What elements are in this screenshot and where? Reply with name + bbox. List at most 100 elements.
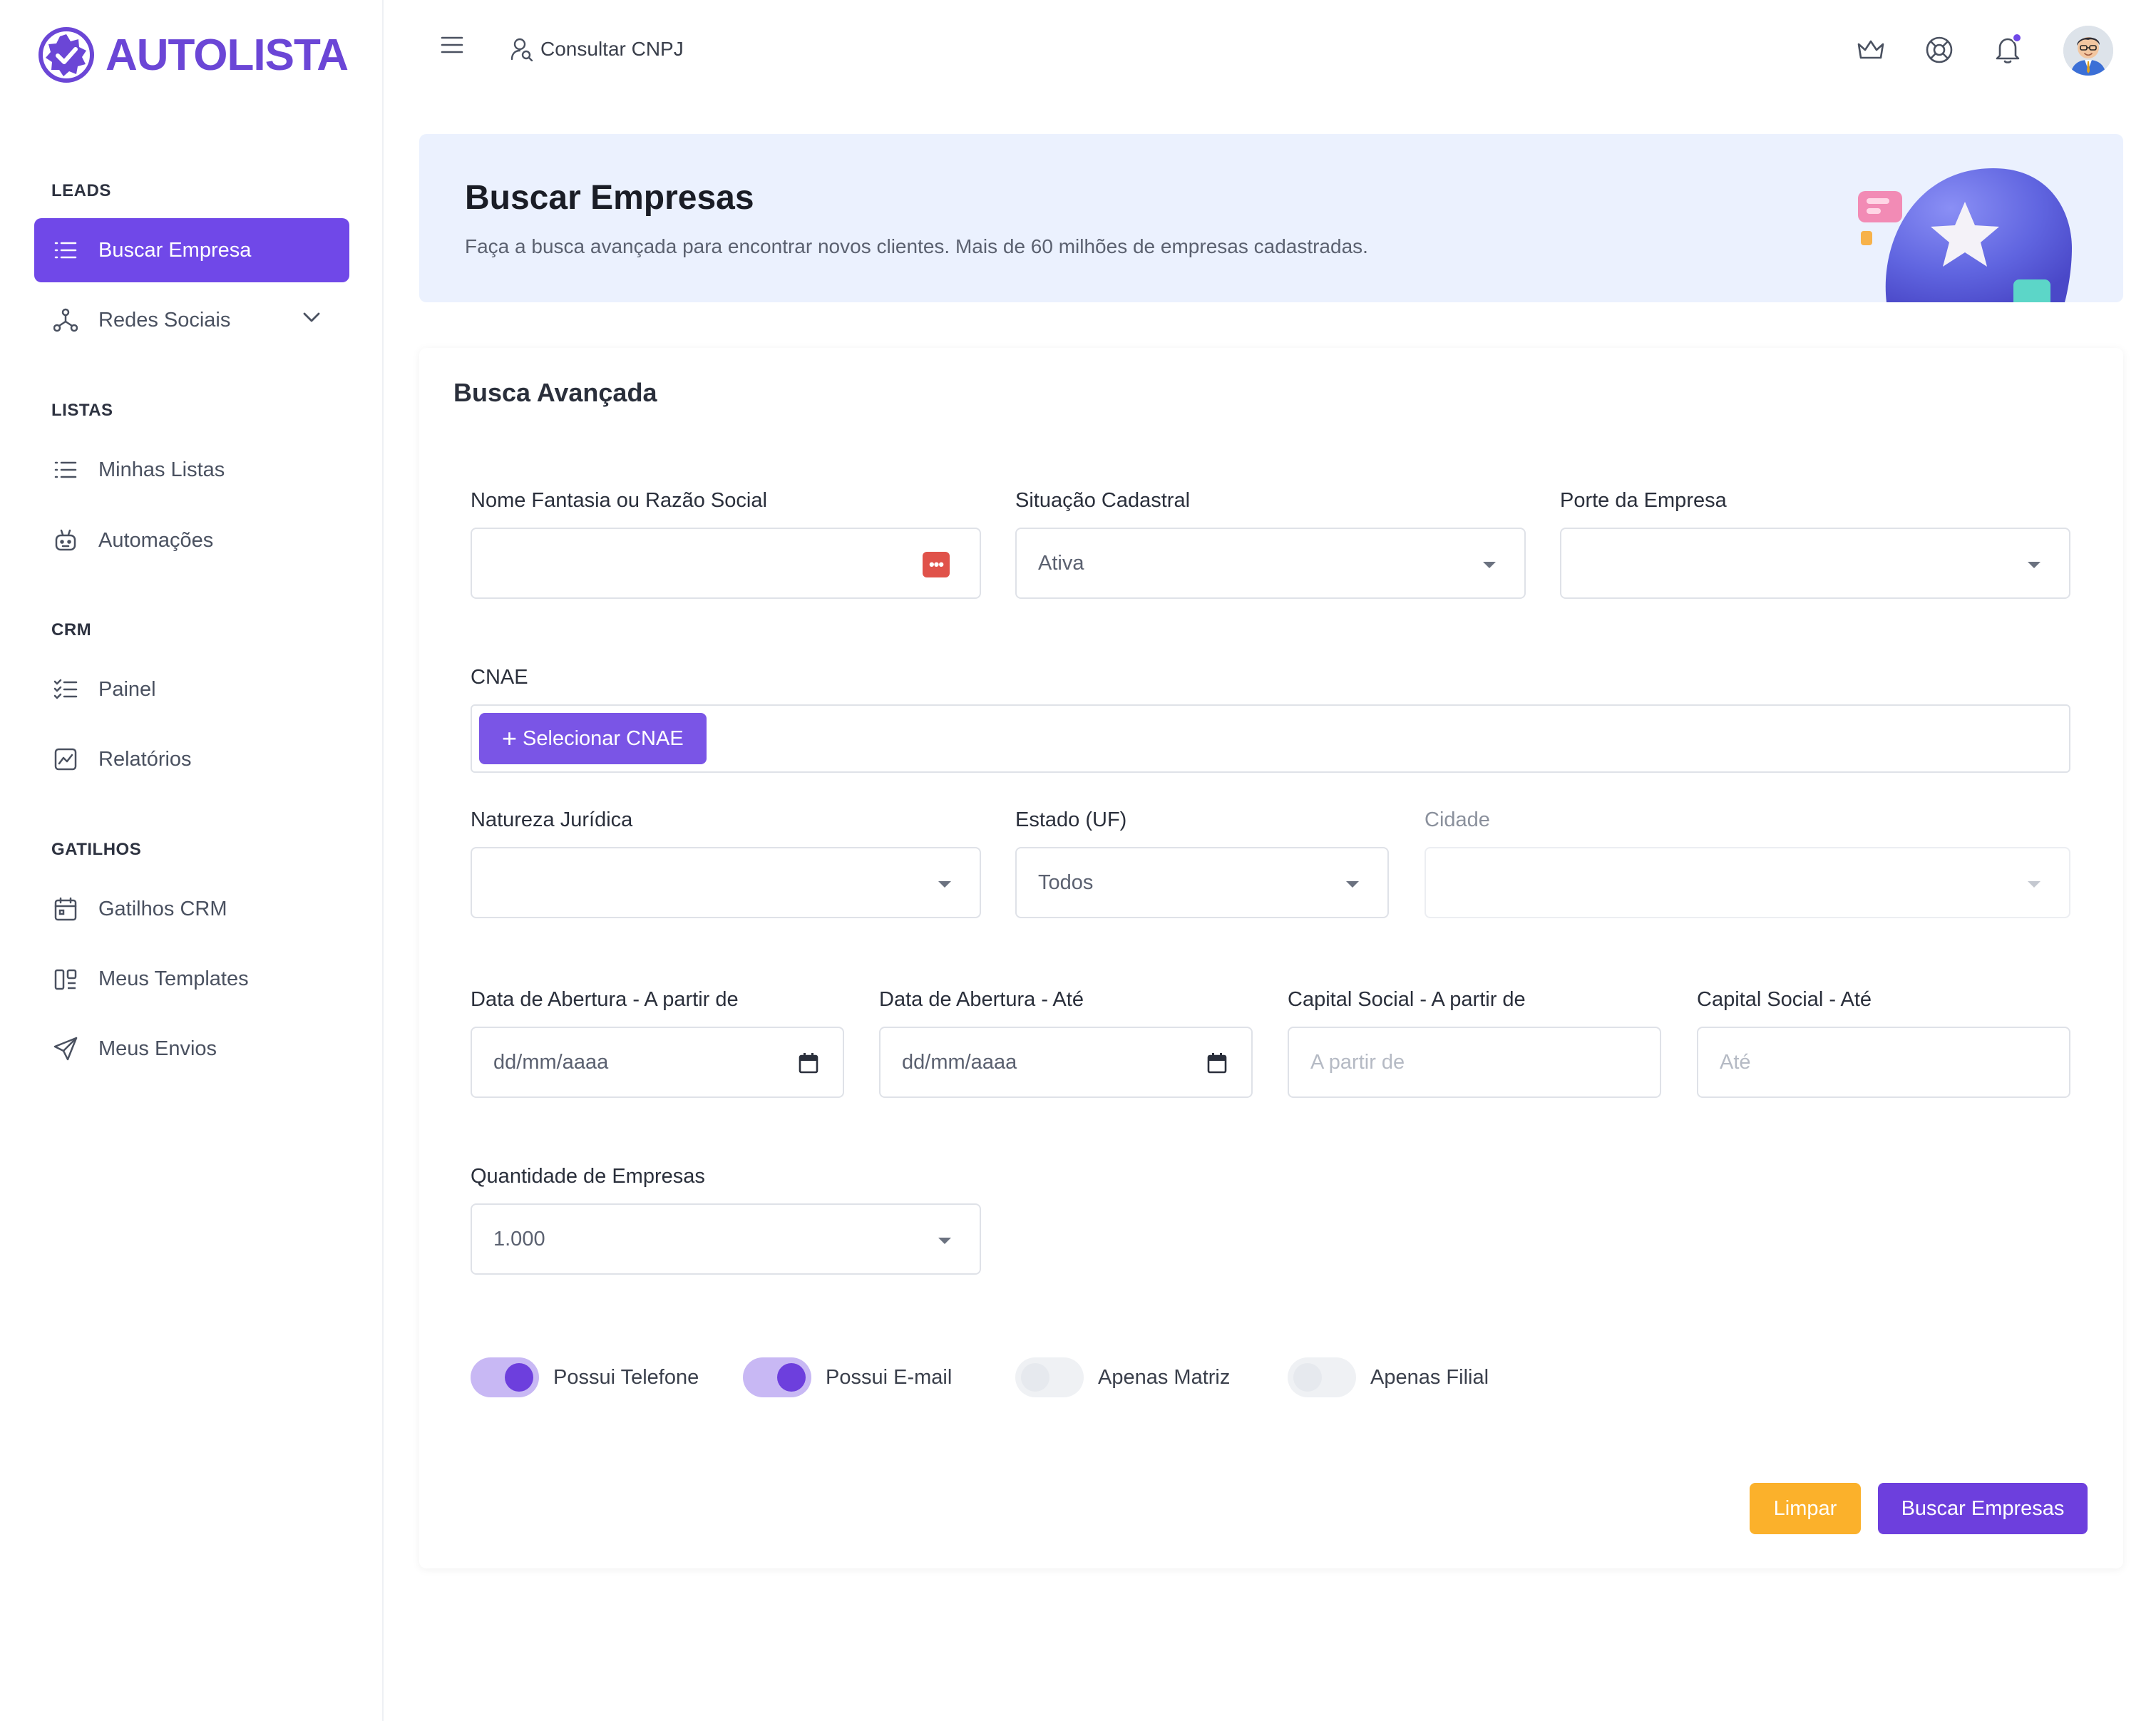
robot-icon: [51, 526, 80, 555]
capital-de-label: Capital Social - A partir de: [1288, 988, 1526, 1011]
sidebar-item-label: Relatórios: [98, 747, 192, 771]
password-manager-icon[interactable]: •••: [923, 552, 950, 577]
sidebar-item-label: Meus Envios: [98, 1037, 217, 1060]
page-banner: Buscar Empresas Faça a busca avançada pa…: [419, 134, 2123, 302]
sidebar-item-label: Painel: [98, 677, 156, 701]
menu-toggle-button[interactable]: [441, 36, 463, 58]
toggle-switch[interactable]: [743, 1357, 811, 1397]
sidebar-item-painel[interactable]: Painel: [34, 657, 349, 721]
toggle-knob: [1293, 1363, 1322, 1392]
sidebar-item-meus-templates[interactable]: Meus Templates: [34, 947, 349, 1011]
quantidade-label: Quantidade de Empresas: [471, 1165, 705, 1188]
toggle-switch[interactable]: [471, 1357, 539, 1397]
capital-ate-placeholder: Até: [1720, 1050, 1751, 1074]
selecionar-cnae-button[interactable]: + Selecionar CNAE: [479, 713, 707, 764]
toggle-knob: [777, 1363, 806, 1392]
estado-value: Todos: [1038, 870, 1094, 894]
capital-de-input[interactable]: A partir de: [1288, 1027, 1661, 1098]
toggle-apenas-matriz[interactable]: Apenas Matriz: [1015, 1357, 1230, 1397]
toggle-switch[interactable]: [1288, 1357, 1356, 1397]
toggle-switch[interactable]: [1015, 1357, 1084, 1397]
capital-ate-label: Capital Social - Até: [1697, 988, 1872, 1011]
data-de-label: Data de Abertura - A partir de: [471, 988, 739, 1011]
porte-select[interactable]: [1560, 528, 2070, 599]
brand-name-light: AUTO: [106, 30, 228, 80]
data-de-input[interactable]: dd/mm/aaaa: [471, 1027, 844, 1098]
hamburger-icon: [441, 36, 463, 53]
star-chat-illustration: [1858, 168, 2072, 302]
brand-name-bold: LISTA: [227, 30, 349, 80]
toggle-knob: [1021, 1363, 1049, 1392]
porte-label: Porte da Empresa: [1560, 489, 1727, 512]
sidebar-item-label: Meus Templates: [98, 967, 249, 990]
situacao-select[interactable]: Ativa: [1015, 528, 1526, 599]
cnae-field[interactable]: + Selecionar CNAE: [471, 704, 2070, 773]
user-avatar[interactable]: [2063, 26, 2113, 76]
sidebar-item-meus-envios[interactable]: Meus Envios: [34, 1017, 349, 1081]
sidebar: AUTOLISTA LEADS Buscar Empresa Redes Soc…: [0, 0, 384, 1721]
support-button[interactable]: [1924, 34, 1955, 66]
data-ate-input[interactable]: dd/mm/aaaa: [879, 1027, 1253, 1098]
toggle-label: Possui Telefone: [553, 1365, 699, 1389]
section-listas: LISTAS: [51, 401, 113, 420]
sidebar-item-redes-sociais[interactable]: Redes Sociais: [34, 288, 349, 352]
quantidade-value: 1.000: [493, 1227, 545, 1250]
toggle-label: Possui E-mail: [826, 1365, 953, 1389]
section-gatilhos: GATILHOS: [51, 840, 142, 859]
premium-button[interactable]: [1855, 34, 1886, 66]
sidebar-item-relatorios[interactable]: Relatórios: [34, 727, 349, 791]
cnae-label: CNAE: [471, 666, 528, 689]
calendar-icon[interactable]: [799, 1052, 818, 1074]
notifications-button[interactable]: [1992, 33, 2023, 66]
sidebar-item-label: Redes Sociais: [98, 308, 231, 332]
toggle-possui-telefone[interactable]: Possui Telefone: [471, 1357, 699, 1397]
calendar-icon[interactable]: [1207, 1052, 1227, 1074]
consultar-cnpj-label: Consultar CNPJ: [540, 38, 684, 60]
sidebar-item-buscar-empresa[interactable]: Buscar Empresa: [34, 218, 349, 282]
data-ate-label: Data de Abertura - Até: [879, 988, 1084, 1011]
toggle-possui-email[interactable]: Possui E-mail: [743, 1357, 952, 1397]
caret-down-icon: [938, 1238, 951, 1244]
sidebar-item-automacoes[interactable]: Automações: [34, 508, 349, 572]
page-subtitle: Faça a busca avançada para encontrar nov…: [465, 235, 1368, 257]
selecionar-cnae-label: Selecionar CNAE: [523, 726, 684, 750]
checklist-icon: [51, 675, 80, 704]
situacao-label: Situação Cadastral: [1015, 489, 1191, 512]
send-icon: [51, 1034, 80, 1063]
notification-badge: [2012, 33, 2022, 43]
buscar-empresas-button[interactable]: Buscar Empresas: [1878, 1483, 2088, 1534]
list-icon: [51, 456, 80, 484]
cidade-select[interactable]: [1424, 847, 2070, 918]
capital-ate-input[interactable]: Até: [1697, 1027, 2070, 1098]
logo-badge-icon: [38, 27, 94, 83]
capital-de-placeholder: A partir de: [1310, 1050, 1405, 1074]
quantidade-select[interactable]: 1.000: [471, 1203, 981, 1275]
section-crm: CRM: [51, 620, 92, 639]
estado-select[interactable]: Todos: [1015, 847, 1389, 918]
nome-input[interactable]: •••: [471, 528, 981, 599]
sidebar-item-minhas-listas[interactable]: Minhas Listas: [34, 438, 349, 502]
toggle-knob: [505, 1363, 533, 1392]
toggle-apenas-filial[interactable]: Apenas Filial: [1288, 1357, 1489, 1397]
brand-logo[interactable]: AUTOLISTA: [37, 26, 349, 84]
consultar-cnpj-link[interactable]: Consultar CNPJ: [510, 37, 684, 61]
sidebar-item-label: Buscar Empresa: [98, 238, 252, 262]
estado-label: Estado (UF): [1015, 808, 1127, 831]
natureza-label: Natureza Jurídica: [471, 808, 633, 831]
avatar-image: [2063, 26, 2113, 76]
chevron-down-icon[interactable]: [302, 312, 321, 323]
toggle-label: Apenas Filial: [1370, 1365, 1489, 1389]
lifebuoy-icon: [1926, 36, 1953, 63]
limpar-button[interactable]: Limpar: [1750, 1483, 1861, 1534]
network-icon: [51, 306, 80, 334]
calendar-icon: [51, 895, 80, 923]
sidebar-item-label: Automações: [98, 528, 214, 552]
sidebar-item-label: Minhas Listas: [98, 458, 225, 481]
natureza-select[interactable]: [471, 847, 981, 918]
nome-label: Nome Fantasia ou Razão Social: [471, 489, 767, 512]
sidebar-item-gatilhos-crm[interactable]: Gatilhos CRM: [34, 877, 349, 941]
plus-icon: +: [502, 724, 518, 753]
sidebar-item-label: Gatilhos CRM: [98, 897, 227, 920]
data-ate-placeholder: dd/mm/aaaa: [902, 1050, 1017, 1074]
caret-down-icon: [2028, 881, 2040, 888]
